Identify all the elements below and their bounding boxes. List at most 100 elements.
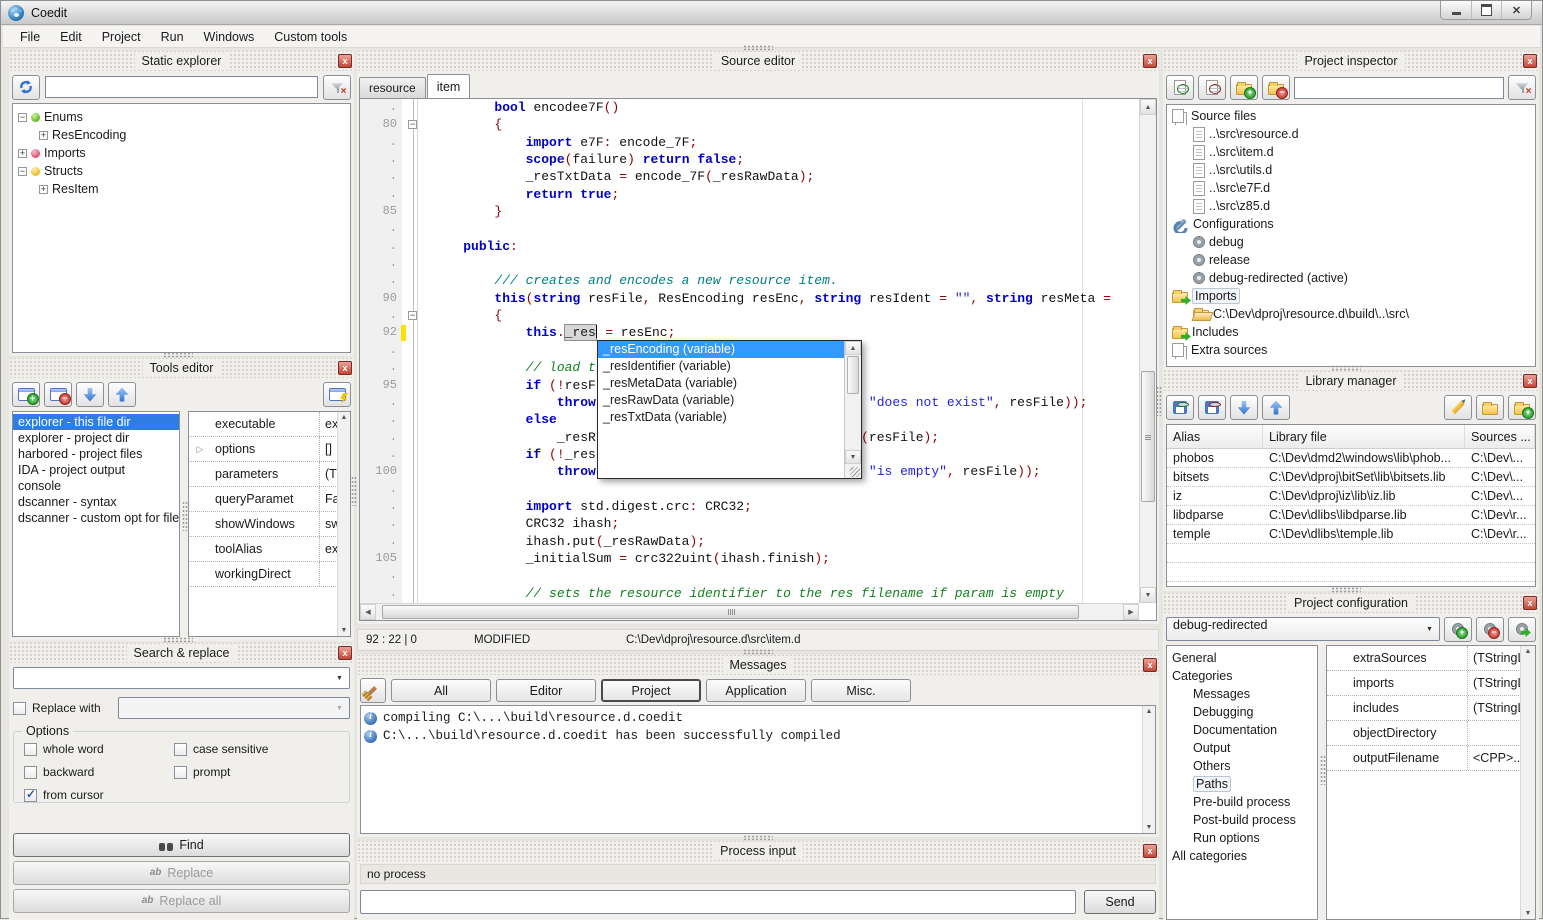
- splitter-grip[interactable]: [1331, 365, 1361, 371]
- tree-node-file[interactable]: ..\src\resource.d: [1167, 125, 1535, 143]
- splitter-grip[interactable]: [163, 352, 193, 358]
- tree-node-source-files[interactable]: Source files: [1167, 107, 1535, 125]
- scroll-up-icon[interactable]: ▲: [845, 341, 861, 355]
- tool-item[interactable]: dscanner - syntax: [13, 494, 179, 510]
- add-tool-button[interactable]: [12, 382, 40, 407]
- scroll-thumb[interactable]: [847, 356, 859, 394]
- tool-item[interactable]: IDA - project output: [13, 462, 179, 478]
- grid-scrollbar[interactable]: ▲▼: [1520, 646, 1535, 919]
- remove-configuration-button[interactable]: [1476, 617, 1504, 642]
- filter-editor-button[interactable]: Editor: [496, 679, 596, 702]
- tree-node-file[interactable]: ..\src\item.d: [1167, 143, 1535, 161]
- tool-item[interactable]: dscanner - custom opt for file: [13, 510, 179, 526]
- menu-windows[interactable]: Windows: [195, 27, 264, 47]
- tree-node-includes[interactable]: Includes: [1167, 323, 1535, 341]
- tree-node-extra-sources[interactable]: Extra sources: [1167, 341, 1535, 359]
- chevron-down-icon[interactable]: ▼: [1421, 619, 1438, 639]
- category-tree[interactable]: General Categories Messages Debugging Do…: [1166, 645, 1318, 920]
- tree-node-config[interactable]: debug: [1167, 233, 1535, 251]
- checkbox[interactable]: [174, 766, 187, 779]
- tree-node-imports[interactable]: Imports: [1167, 287, 1535, 305]
- replace-term-combobox[interactable]: ▼: [118, 697, 350, 719]
- tree-node-file[interactable]: ..\src\e7F.d: [1167, 179, 1535, 197]
- category-run-options[interactable]: Run options: [1167, 829, 1317, 847]
- expand-icon[interactable]: [39, 185, 48, 194]
- category-messages[interactable]: Messages: [1167, 685, 1317, 703]
- tools-list[interactable]: explorer - this file dir explorer - proj…: [12, 411, 180, 637]
- table-row[interactable]: libdparseC:\Dev\dlibs\libdparse.libC:\De…: [1167, 506, 1535, 525]
- expand-icon[interactable]: [39, 131, 48, 140]
- completion-item[interactable]: _resMetaData (variable): [598, 375, 844, 392]
- log-scrollbar[interactable]: ▲▼: [1142, 706, 1155, 833]
- completion-item-selected[interactable]: _resEncoding (variable): [598, 341, 844, 358]
- scroll-down-icon[interactable]: ▼: [845, 450, 861, 464]
- backward-option[interactable]: backward: [24, 765, 174, 779]
- prompt-option[interactable]: prompt: [174, 765, 343, 779]
- remove-folder-button[interactable]: [1262, 75, 1290, 100]
- table-row[interactable]: phobosC:\Dev\dmd2\windows\lib\phob...C:\…: [1167, 449, 1535, 468]
- tree-node-import-path[interactable]: C:\Dev\dproj\resource.d\build\..\src\: [1167, 305, 1535, 323]
- symbol-filter-input[interactable]: [45, 76, 318, 98]
- case-sensitive-option[interactable]: case sensitive: [174, 742, 343, 756]
- column-alias[interactable]: Alias: [1167, 425, 1263, 448]
- splitter-grip[interactable]: [1331, 587, 1361, 593]
- tool-item[interactable]: harbored - project files: [13, 446, 179, 462]
- send-button[interactable]: Send: [1084, 890, 1156, 914]
- clear-filter-button[interactable]: [1508, 75, 1536, 100]
- table-row[interactable]: bitsetsC:\Dev\dproj\bitSet\lib\bitsets.l…: [1167, 468, 1535, 487]
- tree-node-imports[interactable]: Imports: [13, 144, 350, 162]
- project-tree[interactable]: Source files ..\src\resource.d ..\src\it…: [1166, 104, 1536, 367]
- splitter-grip[interactable]: [743, 835, 773, 841]
- tree-node-config[interactable]: release: [1167, 251, 1535, 269]
- editor-vertical-scrollbar[interactable]: ▲ ▼: [1139, 99, 1156, 603]
- replace-all-button[interactable]: abReplace all: [13, 889, 350, 913]
- close-panel-icon[interactable]: [338, 54, 352, 68]
- activate-configuration-button[interactable]: [1508, 617, 1536, 642]
- grid-scrollbar[interactable]: ▲▼: [337, 412, 350, 636]
- checkbox[interactable]: [174, 743, 187, 756]
- category-pre-build[interactable]: Pre-build process: [1167, 793, 1317, 811]
- resize-grip-icon[interactable]: [850, 467, 860, 477]
- completion-popup[interactable]: _resEncoding (variable) _resIdentifier (…: [597, 340, 862, 479]
- maximize-button[interactable]: [1471, 1, 1501, 19]
- category-documentation[interactable]: Documentation: [1167, 721, 1317, 739]
- process-input-field[interactable]: [360, 890, 1076, 914]
- clear-messages-button[interactable]: [360, 678, 386, 703]
- splitter-grip[interactable]: [351, 476, 357, 506]
- edit-library-button[interactable]: [1444, 395, 1472, 420]
- remove-library-button[interactable]: [1198, 395, 1226, 420]
- category-paths[interactable]: Paths: [1167, 775, 1317, 793]
- close-panel-icon[interactable]: [1143, 658, 1157, 672]
- menu-file[interactable]: File: [11, 27, 49, 47]
- category-general[interactable]: General: [1167, 649, 1317, 667]
- close-panel-icon[interactable]: [1143, 54, 1157, 68]
- tree-node-file[interactable]: ..\src\z85.d: [1167, 197, 1535, 215]
- symbol-tree[interactable]: Enums ResEncoding Imports Structs ResIte…: [12, 103, 351, 353]
- clear-filter-button[interactable]: [323, 75, 351, 100]
- completion-item[interactable]: _resIdentifier (variable): [598, 358, 844, 375]
- tree-node-file[interactable]: ..\src\utils.d: [1167, 161, 1535, 179]
- tree-node-resitem[interactable]: ResItem: [13, 180, 350, 198]
- scroll-left-icon[interactable]: ◀: [360, 604, 376, 620]
- scroll-up-icon[interactable]: ▲: [338, 414, 350, 421]
- table-row[interactable]: templeC:\Dev\dlibs\temple.libC:\Dev\r...: [1167, 525, 1535, 544]
- tool-item[interactable]: explorer - project dir: [13, 430, 179, 446]
- add-folder-button[interactable]: [1230, 75, 1258, 100]
- filter-all-button[interactable]: All: [391, 679, 491, 702]
- close-panel-icon[interactable]: [1523, 374, 1537, 388]
- from-cursor-option[interactable]: from cursor: [24, 788, 174, 802]
- column-sources[interactable]: Sources ...: [1465, 425, 1535, 448]
- editor-horizontal-scrollbar[interactable]: ◀ ▶: [360, 603, 1139, 620]
- move-tool-down-button[interactable]: [76, 382, 104, 407]
- category-categories[interactable]: Categories: [1167, 667, 1317, 685]
- column-library-file[interactable]: Library file: [1263, 425, 1465, 448]
- completion-item[interactable]: _resTxtData (variable): [598, 409, 844, 426]
- tree-node-structs[interactable]: Structs: [13, 162, 350, 180]
- scroll-thumb[interactable]: [1141, 371, 1155, 502]
- category-all-categories[interactable]: All categories: [1167, 847, 1317, 865]
- expand-icon[interactable]: [18, 149, 27, 158]
- collapse-icon[interactable]: [18, 167, 27, 176]
- completion-item[interactable]: _resRawData (variable): [598, 392, 844, 409]
- refresh-button[interactable]: [12, 75, 40, 100]
- replace-with-checkbox[interactable]: [13, 702, 26, 715]
